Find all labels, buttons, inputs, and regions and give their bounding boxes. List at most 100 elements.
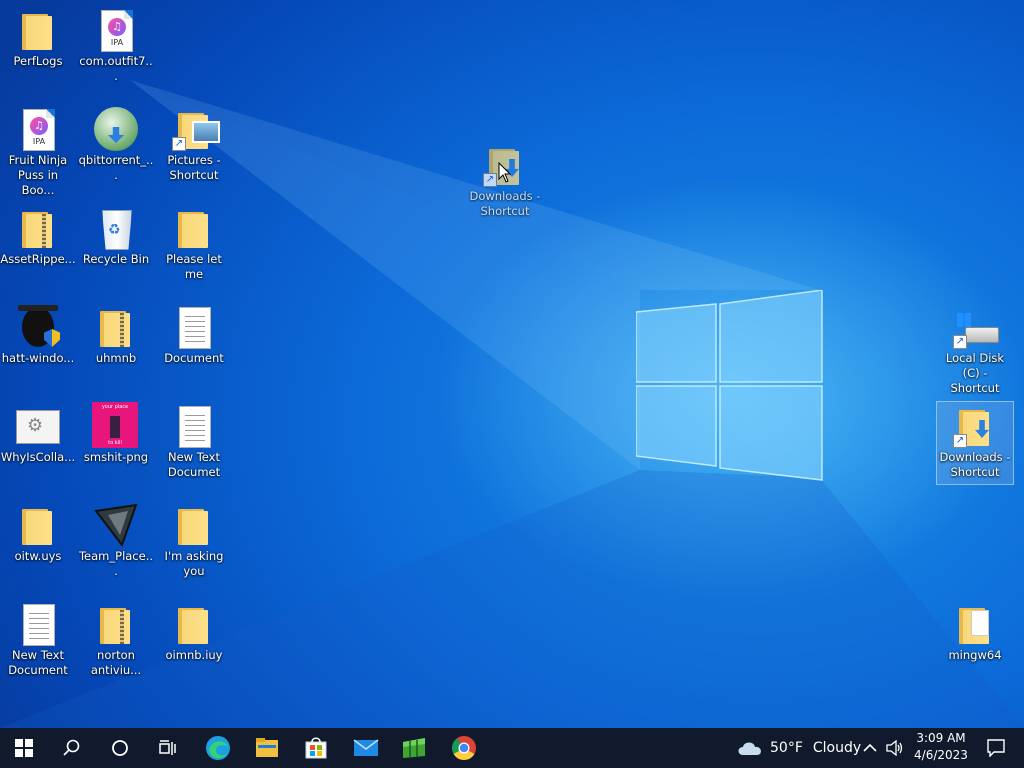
show-hidden-icons-button[interactable] xyxy=(858,728,882,768)
desktop-icon-downloads-shortcut-selected[interactable]: ↗ Downloads - Shortcut xyxy=(936,401,1014,485)
chrome-icon xyxy=(452,736,476,761)
desktop[interactable]: PerfLogs ♫ IPA Fruit Ninja Puss in Boo..… xyxy=(0,0,1024,728)
desktop-icon-pictures-shortcut[interactable]: ↗ Pictures - Shortcut xyxy=(156,105,232,183)
icon-label: mingw64 xyxy=(948,648,1002,662)
taskbar-app-edge[interactable] xyxy=(194,728,242,768)
icon-label: uhmnb xyxy=(95,351,137,365)
icon-label: New Text Documet xyxy=(167,450,221,479)
action-center-button[interactable] xyxy=(976,728,1016,768)
icon-label: qbittorrent_... xyxy=(78,153,154,182)
volume-button[interactable] xyxy=(882,728,908,768)
icon-label: Local Disk (C) - Shortcut xyxy=(945,351,1005,395)
taskbar-app-file-explorer[interactable] xyxy=(243,728,291,768)
desktop-icon-fruit-ninja[interactable]: ♫ IPA Fruit Ninja Puss in Boo... xyxy=(0,105,76,198)
cortana-icon xyxy=(112,740,128,756)
taskbar-app-store[interactable] xyxy=(292,728,340,768)
folder-icon xyxy=(22,509,52,545)
icon-label: WhyIsColla... xyxy=(0,450,76,464)
taskbar-app-mail[interactable] xyxy=(342,728,390,768)
shortcut-arrow-icon: ↗ xyxy=(953,434,967,448)
zip-folder-icon xyxy=(100,311,130,347)
icon-label: Please let me xyxy=(166,252,222,281)
edge-icon xyxy=(206,736,230,760)
downloads-folder-icon: ↗ xyxy=(951,402,999,450)
shortcut-arrow-icon: ↗ xyxy=(953,335,967,349)
desktop-icon-oitw-uys[interactable]: oitw.uys xyxy=(0,501,76,564)
desktop-icon-hatt-windows[interactable]: hatt-windo... xyxy=(0,303,76,366)
chevron-up-icon xyxy=(863,743,877,752)
windows-start-icon xyxy=(15,739,33,757)
desktop-icon-team-place[interactable]: Team_Place... xyxy=(78,501,154,579)
microsoft-store-icon xyxy=(305,737,327,759)
folder-icon xyxy=(178,509,208,545)
icon-label: New Text Document xyxy=(8,648,68,677)
desktop-icon-com-outfit7[interactable]: ♫ IPA com.outfit7... xyxy=(78,6,154,84)
desktop-icon-assetripper[interactable]: AssetRippe... xyxy=(0,204,76,267)
task-view-button[interactable] xyxy=(144,728,192,768)
zip-folder-icon xyxy=(22,212,52,248)
desktop-icon-uhmnb[interactable]: uhmnb xyxy=(78,303,154,366)
team-place-app-icon xyxy=(92,501,140,549)
icon-label: smshit-png xyxy=(83,450,149,464)
mail-icon xyxy=(353,739,379,756)
text-file-icon xyxy=(179,406,211,448)
desktop-icon-new-text-documet[interactable]: New Text Documet xyxy=(156,402,232,480)
search-icon xyxy=(63,739,80,756)
icon-label: Downloads - Shortcut xyxy=(469,189,541,218)
zip-folder-icon xyxy=(100,608,130,644)
desktop-icon-qbittorrent[interactable]: qbittorrent_... xyxy=(78,105,154,183)
icon-label: Team_Place... xyxy=(78,549,154,578)
desktop-icon-oimnb-iuy[interactable]: oimnb.iuy xyxy=(156,600,232,663)
speaker-icon xyxy=(886,740,903,756)
file-explorer-icon xyxy=(256,738,278,757)
clock-time: 3:09 AM xyxy=(916,731,966,745)
start-button[interactable] xyxy=(0,728,48,768)
ipa-file-icon: ♫ IPA xyxy=(101,10,133,52)
folder-icon xyxy=(178,608,208,644)
folder-icon xyxy=(178,212,208,248)
desktop-icon-im-asking-you[interactable]: I'm asking you xyxy=(156,501,232,579)
desktop-icon-mingw64[interactable]: mingw64 xyxy=(937,600,1013,663)
hatt-app-icon xyxy=(14,303,62,351)
image-thumbnail-icon: your place to kill xyxy=(92,402,140,450)
ipa-file-icon: ♫ IPA xyxy=(23,109,55,151)
recycle-bin-icon: ♻ xyxy=(92,204,140,252)
text-file-icon xyxy=(23,604,55,646)
cloud-icon xyxy=(738,742,761,755)
desktop-icon-new-text-document[interactable]: New Text Document xyxy=(0,600,76,678)
search-button[interactable] xyxy=(48,728,96,768)
weather-widget[interactable]: 50°F Cloudy xyxy=(736,728,861,768)
folder-icon xyxy=(951,600,999,648)
shortcut-arrow-icon: ↗ xyxy=(172,137,186,151)
notification-icon xyxy=(987,739,1005,757)
desktop-icon-norton-antivirus[interactable]: norton antiviu... xyxy=(78,600,154,678)
icon-label: com.outfit7... xyxy=(79,54,153,83)
desktop-icon-smshit-png[interactable]: your place to kill smshit-png xyxy=(78,402,154,465)
desktop-icon-please-let-me[interactable]: Please let me xyxy=(156,204,232,282)
minecraft-icon xyxy=(403,738,425,758)
icon-label: PerfLogs xyxy=(13,54,63,68)
icon-label: AssetRippe... xyxy=(0,252,76,266)
windows-logo-wallpaper xyxy=(636,290,823,481)
desktop-icon-perflogs[interactable]: PerfLogs xyxy=(0,6,76,69)
weather-temperature: 50°F xyxy=(770,740,803,756)
desktop-icon-recycle-bin[interactable]: ♻ Recycle Bin xyxy=(78,204,154,267)
icon-label: oimnb.iuy xyxy=(165,648,223,662)
clock-date: 4/6/2023 xyxy=(914,748,968,762)
icon-label: Recycle Bin xyxy=(82,252,150,266)
system-clock[interactable]: 3:09 AM 4/6/2023 xyxy=(910,730,972,764)
icon-label: Downloads - Shortcut xyxy=(939,450,1011,479)
icon-label: norton antiviu... xyxy=(90,648,142,677)
taskbar-app-chrome[interactable] xyxy=(440,728,488,768)
icon-label: hatt-windo... xyxy=(1,351,75,365)
desktop-icon-local-disk-shortcut[interactable]: ↗ Local Disk (C) - Shortcut xyxy=(937,303,1013,396)
cortana-button[interactable] xyxy=(96,728,144,768)
icon-label: I'm asking you xyxy=(164,549,224,578)
text-file-icon xyxy=(179,307,211,349)
desktop-icon-document[interactable]: Document xyxy=(156,303,232,366)
desktop-icon-whyiscollapsed[interactable]: ⚙ WhyIsColla... xyxy=(0,402,76,465)
weather-description: Cloudy xyxy=(812,740,862,756)
taskbar-app-minecraft[interactable] xyxy=(390,728,438,768)
folder-icon xyxy=(22,14,52,50)
mouse-cursor-icon xyxy=(498,162,512,183)
